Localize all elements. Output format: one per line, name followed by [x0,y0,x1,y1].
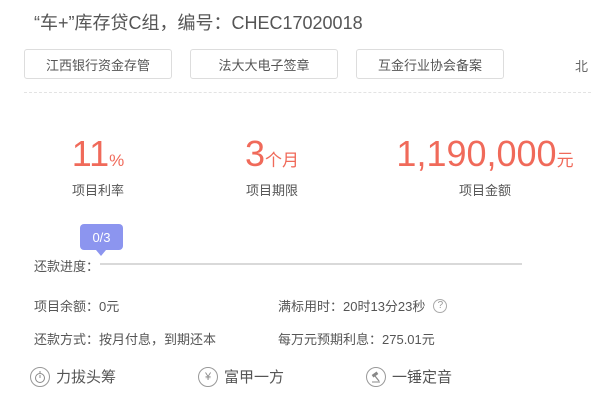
expected-interest: 每万元预期利息：275.01元 [278,332,435,347]
tag-truncated[interactable]: 北 [575,56,588,75]
feature-tags: 江西银行资金存管 法大大电子签章 互金行业协会备案 [24,49,504,79]
badge-first-bid-label: 力拔头筹 [56,369,117,386]
term-label: 项目期限 [245,183,298,198]
full-time-row: 满标用时：20时13分23秒 ? [278,296,448,315]
progress-label: 还款进度： [34,259,100,274]
badge-top-investor: ¥ 富甲一方 [198,366,284,387]
tag-bank-custody[interactable]: 江西银行资金存管 [24,49,172,79]
badge-final-bid-label: 一锤定音 [392,369,453,386]
gavel-icon [366,366,386,387]
help-icon[interactable]: ? [433,298,448,313]
amount-value: 1,190,000 [396,133,557,174]
stopwatch-icon [30,366,50,387]
rate-unit: % [109,151,125,170]
term-value: 3 [244,133,266,174]
progress-badge: 0/3 [80,224,123,256]
badge-first-bid: 力拔头筹 [30,366,116,387]
stat-term: 3个月 项目期限 [222,136,322,199]
rate-value: 11 [71,133,110,174]
full-time-text: 满标用时：20时13分23秒 [278,299,426,314]
divider [24,92,591,93]
yen-icon: ¥ [198,366,218,387]
stat-rate: 11% 项目利率 [58,136,138,199]
rate-label: 项目利率 [71,183,124,198]
project-title: “车+”库存贷C组，编号：CHEC17020018 [34,13,363,33]
remaining-balance: 项目余额：0元 [34,299,120,314]
badge-final-bid: 一锤定音 [366,366,452,387]
progress-bar [100,263,522,265]
stat-amount: 1,190,000元 项目金额 [385,136,585,199]
tag-e-signature[interactable]: 法大大电子签章 [190,49,338,79]
amount-unit: 元 [556,151,574,170]
amount-label: 项目金额 [458,183,511,198]
repay-method: 还款方式：按月付息，到期还本 [34,332,217,347]
tag-association-filing[interactable]: 互金行业协会备案 [356,49,504,79]
badge-top-investor-label: 富甲一方 [224,369,285,386]
term-unit: 个月 [265,151,300,170]
